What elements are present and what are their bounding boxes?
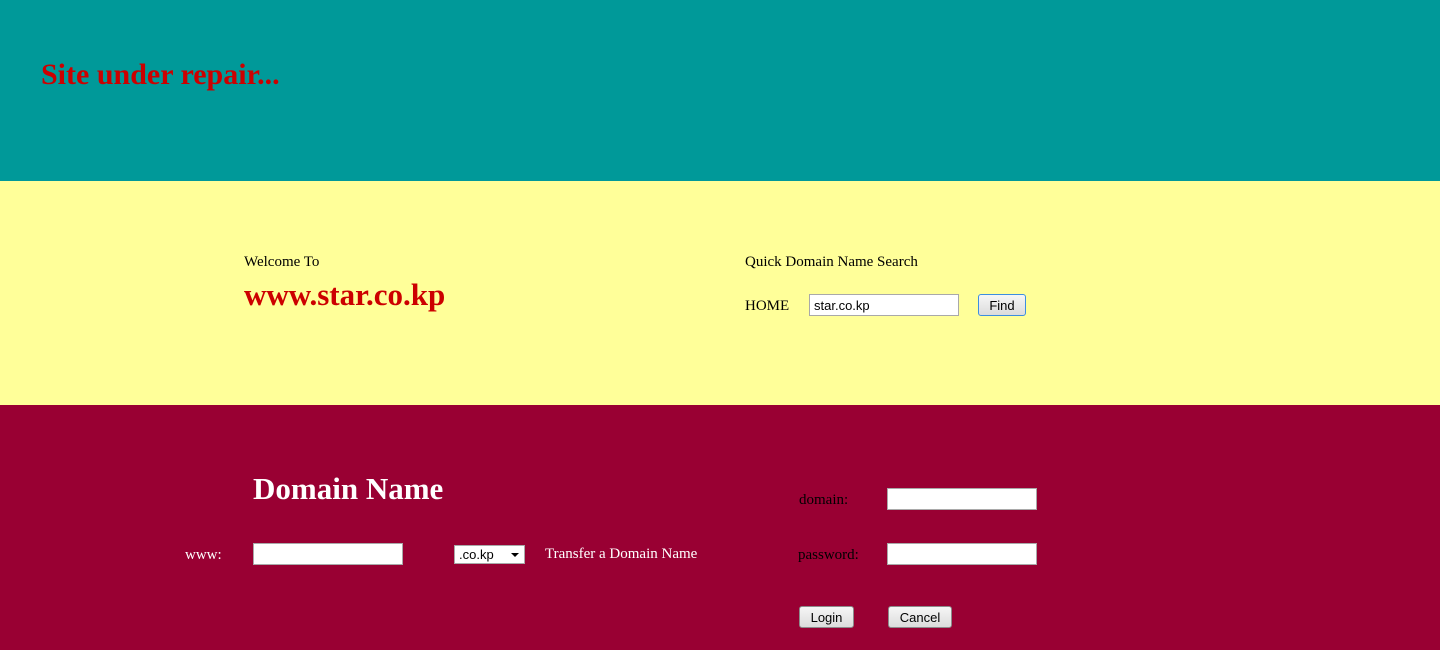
- domain-band: [0, 405, 1440, 650]
- tld-select[interactable]: .co.kp: [454, 545, 525, 564]
- welcome-band: [0, 181, 1440, 405]
- domain-label: domain:: [799, 492, 849, 508]
- cancel-button[interactable]: Cancel: [888, 606, 952, 628]
- site-name: www.star.co.kp: [244, 277, 446, 312]
- tld-selected-value: .co.kp: [459, 547, 494, 562]
- password-field[interactable]: [887, 543, 1037, 565]
- repair-notice-title: Site under repair...: [41, 58, 280, 91]
- domain-name-title: Domain Name: [253, 471, 444, 506]
- domain-field[interactable]: [887, 488, 1037, 510]
- quick-search-input[interactable]: [809, 294, 959, 316]
- quick-search-title: Quick Domain Name Search: [745, 254, 918, 270]
- www-label: www:: [185, 547, 222, 563]
- login-button[interactable]: Login: [799, 606, 854, 628]
- transfer-domain-link[interactable]: Transfer a Domain Name: [545, 545, 697, 563]
- domain-name-input[interactable]: [253, 543, 403, 565]
- chevron-down-icon: [511, 553, 519, 557]
- home-label: HOME: [745, 298, 790, 314]
- welcome-label: Welcome To: [244, 254, 320, 270]
- find-button[interactable]: Find: [978, 294, 1026, 316]
- password-label: password:: [798, 547, 859, 563]
